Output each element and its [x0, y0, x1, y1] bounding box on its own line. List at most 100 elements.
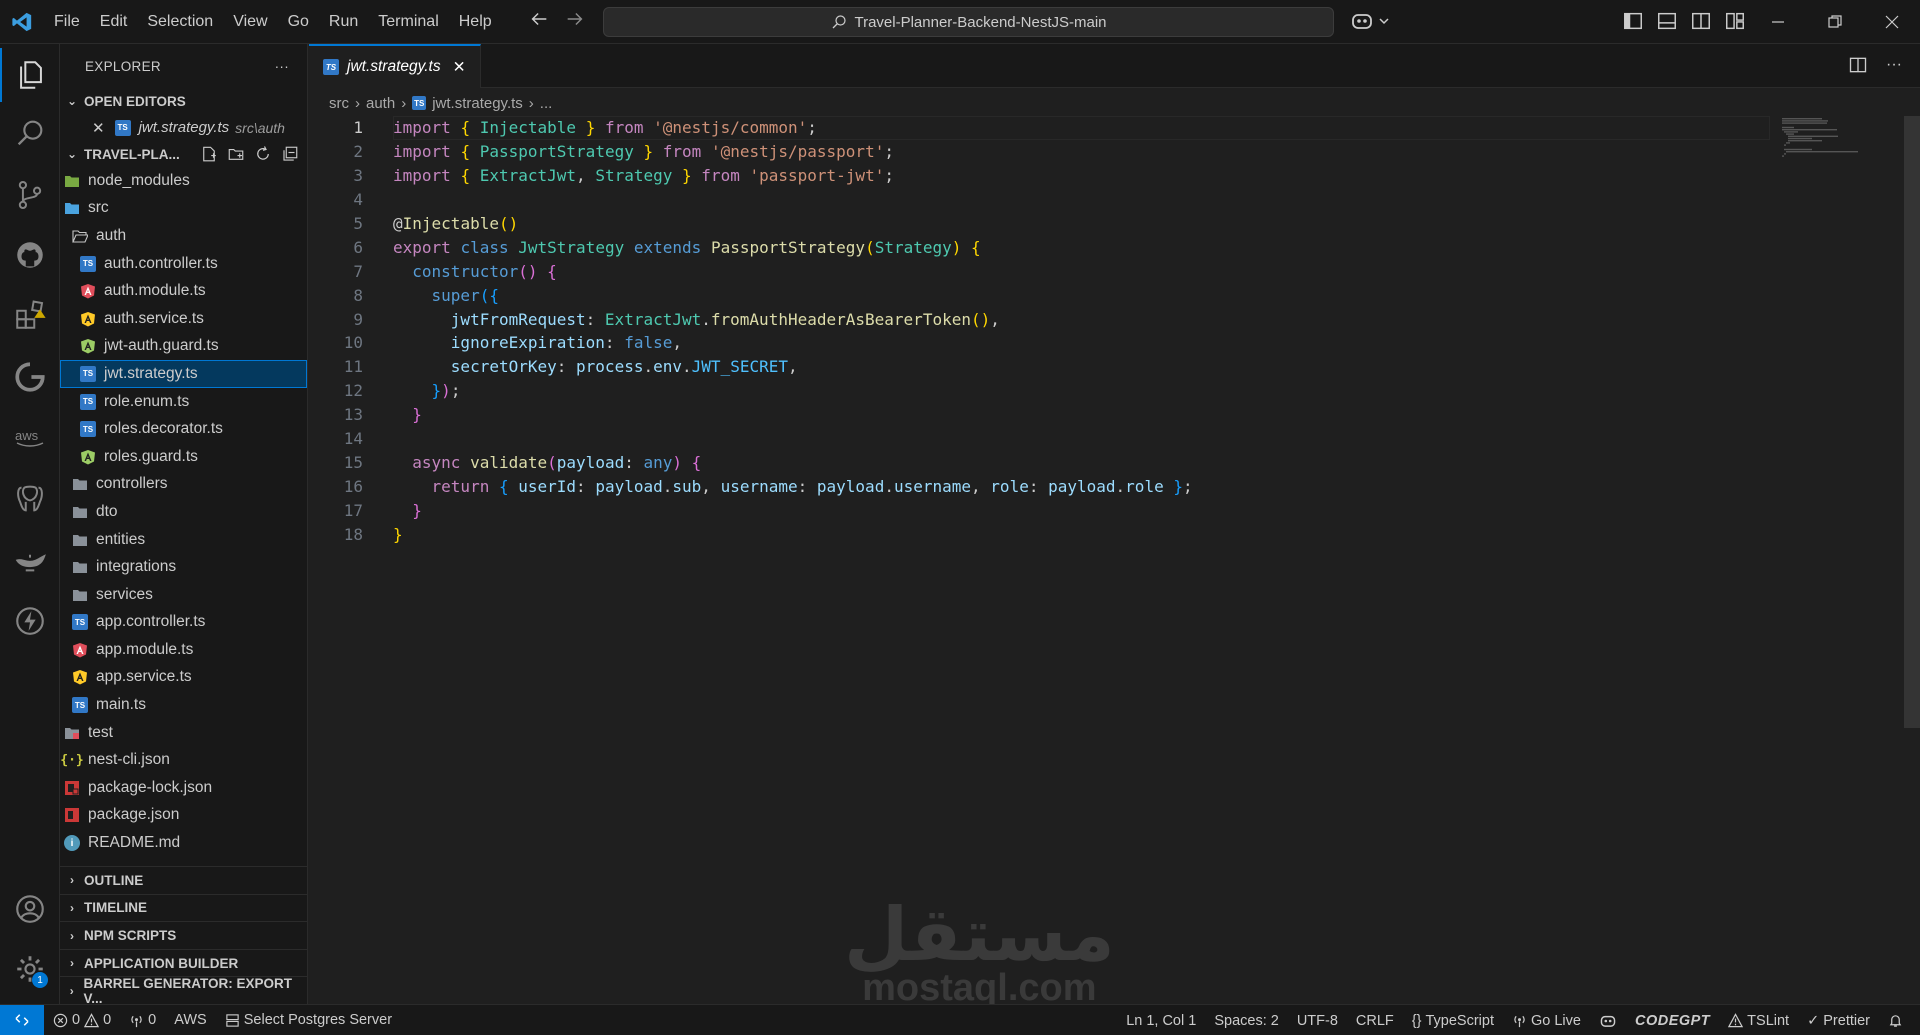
encoding[interactable]: UTF-8	[1288, 1013, 1347, 1029]
timeline-section[interactable]: › TIMELINE	[60, 893, 308, 922]
breadcrumb-auth[interactable]: auth	[366, 95, 395, 112]
tree-item[interactable]: entities	[60, 526, 307, 554]
minimap[interactable]	[1782, 118, 1872, 158]
copilot-status[interactable]	[1590, 1013, 1626, 1029]
go-live[interactable]: Go Live	[1503, 1013, 1590, 1029]
breadcrumb-src[interactable]: src	[329, 95, 349, 112]
minimize-icon[interactable]	[1749, 0, 1806, 44]
close-editor-icon[interactable]: ✕	[92, 119, 105, 137]
line-ending[interactable]: CRLF	[1347, 1013, 1403, 1029]
back-arrow-icon[interactable]	[528, 8, 550, 30]
manage-activity[interactable]: 1	[0, 942, 60, 996]
open-editors-section[interactable]: ⌄ OPEN EDITORS	[60, 88, 307, 114]
tree-item[interactable]: auth	[60, 222, 307, 250]
aws-status[interactable]: AWS	[165, 1012, 216, 1028]
thunder-client-activity[interactable]	[0, 594, 60, 648]
tree-item[interactable]: node_modules	[60, 167, 307, 195]
extensions-activity[interactable]	[0, 288, 60, 342]
copilot-menu[interactable]	[1350, 10, 1390, 32]
prettier-status[interactable]: ✓ Prettier	[1798, 1013, 1879, 1029]
customize-layout-icon[interactable]	[1724, 10, 1746, 32]
search-activity[interactable]	[0, 106, 60, 160]
language-mode[interactable]: {} TypeScript	[1403, 1013, 1503, 1029]
forward-arrow-icon[interactable]	[564, 8, 586, 30]
open-editor-item[interactable]: ✕ TS jwt.strategy.ts src\auth	[60, 114, 307, 141]
more-actions-icon[interactable]: ···	[1886, 55, 1902, 75]
menu-selection[interactable]: Selection	[137, 0, 223, 44]
tree-item[interactable]: package.json	[60, 802, 307, 830]
tree-item[interactable]: TS roles.decorator.ts	[60, 415, 307, 443]
tslint-status[interactable]: TSLint	[1719, 1013, 1798, 1029]
split-editor-icon[interactable]	[1848, 55, 1868, 75]
tree-item[interactable]: app.service.ts	[60, 664, 307, 692]
ports-status[interactable]: 0	[120, 1012, 165, 1028]
code-editor[interactable]: 1 import { Injectable } from '@nestjs/com…	[309, 116, 1920, 546]
codegpt-status[interactable]: CODEGPT	[1626, 1013, 1719, 1029]
breadcrumb-symbol[interactable]: ...	[540, 95, 553, 112]
explorer-activity[interactable]	[0, 48, 60, 102]
github-activity[interactable]	[0, 228, 60, 282]
menu-view[interactable]: View	[223, 0, 277, 44]
cursor-position[interactable]: Ln 1, Col 1	[1117, 1013, 1205, 1029]
command-center-search[interactable]: Travel-Planner-Backend-NestJS-main	[603, 7, 1334, 37]
breadcrumb-file[interactable]: jwt.strategy.ts	[432, 95, 523, 112]
aws-activity[interactable]: aws	[0, 410, 60, 464]
tree-item[interactable]: TS auth.controller.ts	[60, 250, 307, 278]
new-file-icon[interactable]	[200, 145, 218, 163]
tree-item[interactable]: dto	[60, 498, 307, 526]
tree-item[interactable]: app.module.ts	[60, 636, 307, 664]
tree-item[interactable]: test	[60, 719, 307, 747]
menu-edit[interactable]: Edit	[90, 0, 138, 44]
indentation[interactable]: Spaces: 2	[1205, 1013, 1288, 1029]
menu-go[interactable]: Go	[278, 0, 319, 44]
barrel-generator-section[interactable]: › BARREL GENERATOR: EXPORT V...	[60, 976, 308, 1006]
tree-item[interactable]: auth.service.ts	[60, 305, 307, 333]
new-folder-icon[interactable]	[227, 145, 245, 163]
tree-item[interactable]: controllers	[60, 471, 307, 499]
tab-jwt-strategy[interactable]: TS jwt.strategy.ts ✕	[309, 44, 481, 88]
close-tab-icon[interactable]: ✕	[453, 58, 466, 77]
menu-terminal[interactable]: Terminal	[368, 0, 448, 44]
postgres-activity[interactable]	[0, 472, 60, 526]
menu-run[interactable]: Run	[319, 0, 368, 44]
broadcast-icon	[131, 1015, 142, 1027]
toggle-secondary-sidebar-icon[interactable]	[1690, 10, 1712, 32]
postgres-status[interactable]: Select Postgres Server	[216, 1012, 401, 1028]
tree-item[interactable]: TS role.enum.ts	[60, 388, 307, 416]
problems-status[interactable]: 0 0	[44, 1012, 120, 1028]
accounts-activity[interactable]	[0, 882, 60, 936]
tree-item[interactable]: TS main.ts	[60, 691, 307, 719]
line-number: 10	[343, 333, 363, 353]
tree-item[interactable]: services	[60, 581, 307, 609]
toggle-primary-sidebar-icon[interactable]	[1622, 10, 1644, 32]
explorer-actions	[200, 141, 299, 167]
source-control-activity[interactable]	[0, 168, 60, 222]
refresh-icon[interactable]	[254, 145, 272, 163]
tree-item[interactable]: src	[60, 195, 307, 223]
tree-item[interactable]: integrations	[60, 553, 307, 581]
tree-item[interactable]: TS jwt.strategy.ts	[60, 360, 307, 388]
tree-item[interactable]: TS app.controller.ts	[60, 609, 307, 637]
menu-help[interactable]: Help	[449, 0, 502, 44]
tree-item[interactable]: auth.module.ts	[60, 277, 307, 305]
project-section[interactable]: ⌄ TRAVEL-PLA...	[60, 141, 307, 167]
npm-scripts-section[interactable]: › NPM SCRIPTS	[60, 921, 308, 949]
restore-icon[interactable]	[1806, 0, 1863, 44]
toggle-panel-icon[interactable]	[1656, 10, 1678, 32]
tree-item[interactable]: package-lock.json	[60, 774, 307, 802]
collapse-all-icon[interactable]	[281, 145, 299, 163]
application-builder-section[interactable]: › APPLICATION BUILDER	[60, 948, 308, 977]
deploy-activity[interactable]	[0, 532, 60, 586]
menu-file[interactable]: File	[44, 0, 90, 44]
vertical-scrollbar[interactable]	[1904, 116, 1920, 728]
tree-item[interactable]: roles.guard.ts	[60, 443, 307, 471]
tree-item[interactable]: i README.md	[60, 829, 307, 857]
tree-item[interactable]: jwt-auth.guard.ts	[60, 333, 307, 361]
more-actions-icon[interactable]: ···	[275, 59, 289, 74]
remote-indicator[interactable]	[0, 1004, 44, 1035]
notifications[interactable]	[1879, 1013, 1912, 1028]
tree-item[interactable]: {·} nest-cli.json	[60, 746, 307, 774]
gitkraken-activity[interactable]	[0, 350, 60, 404]
outline-section[interactable]: › OUTLINE	[60, 866, 308, 894]
close-window-icon[interactable]	[1863, 0, 1920, 44]
